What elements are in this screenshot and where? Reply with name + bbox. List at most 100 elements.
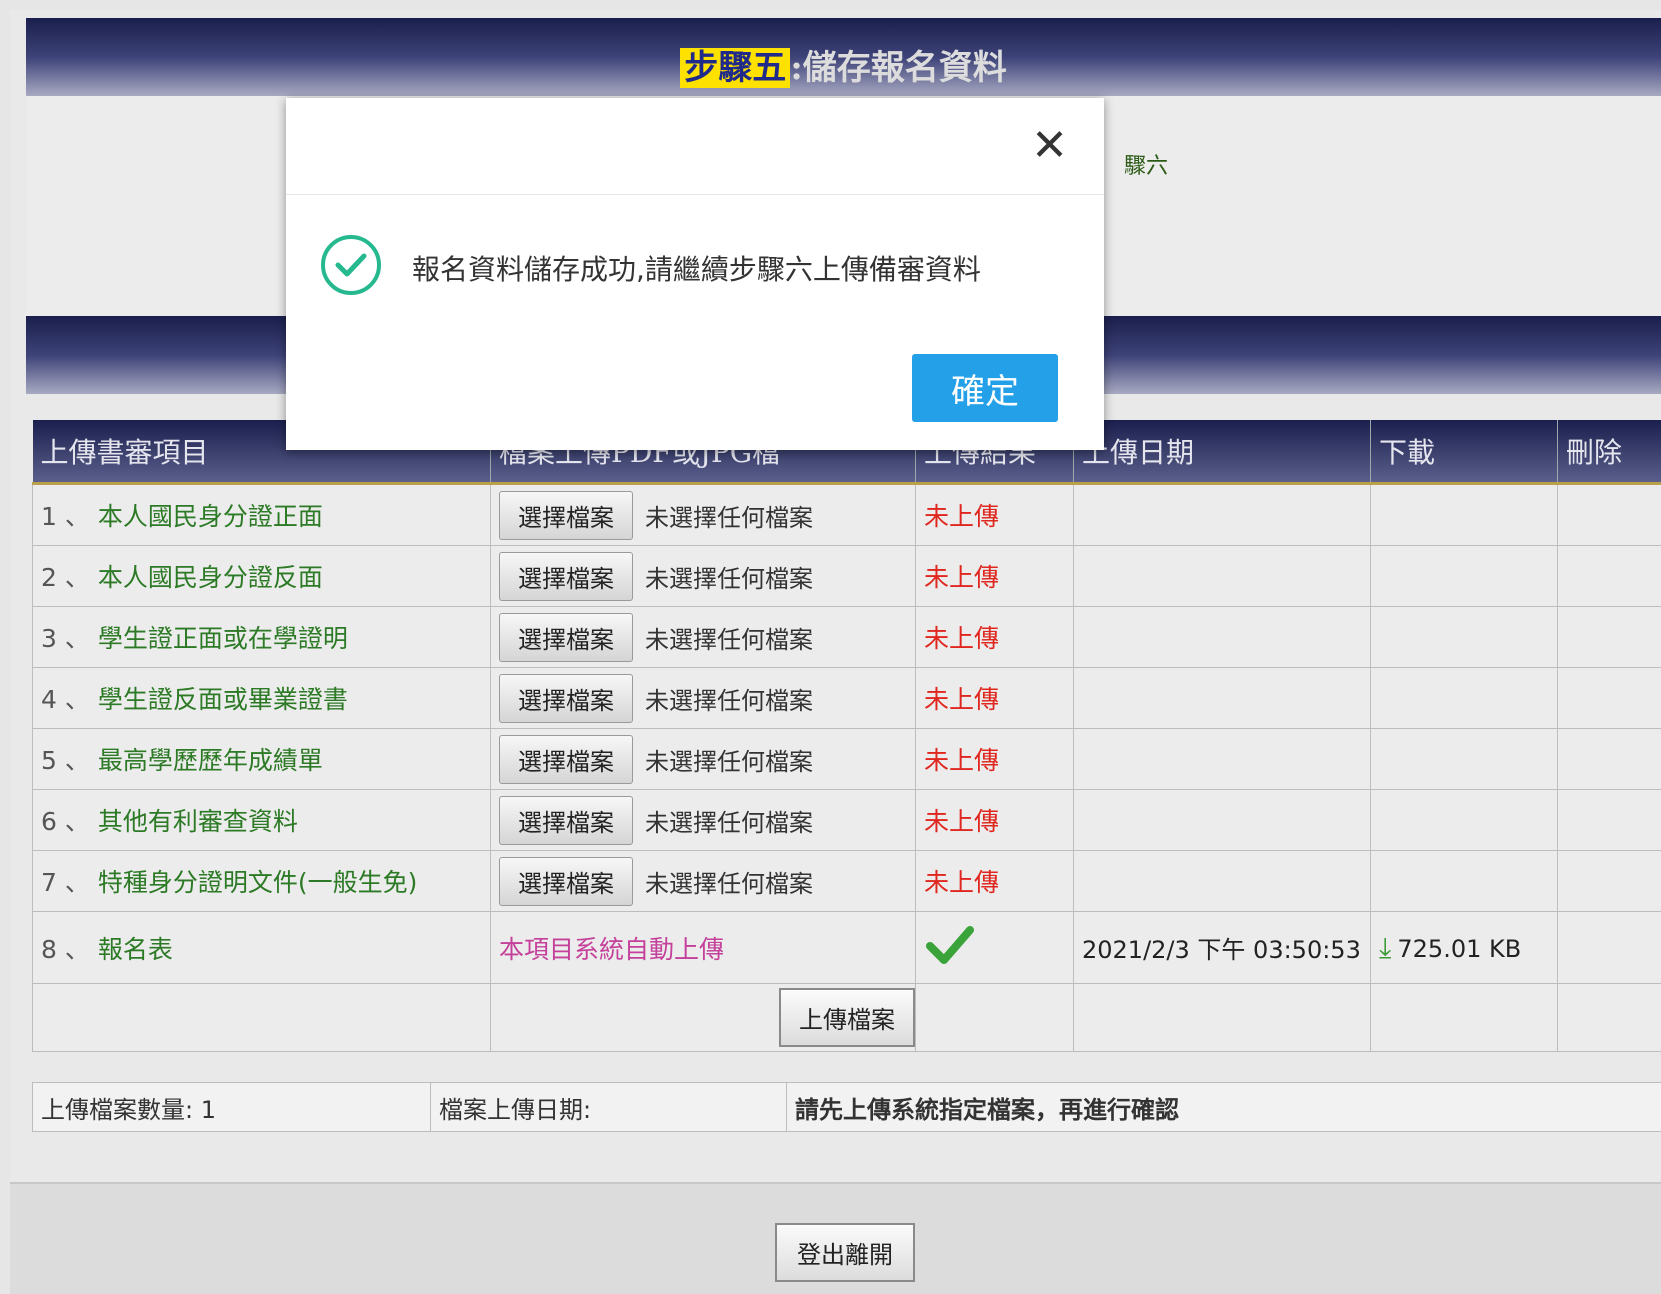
download-cell [1371, 668, 1558, 729]
upload-status: 未上傳 [916, 546, 1074, 607]
upload-files-button[interactable]: 上傳檔案 [779, 988, 915, 1047]
download-cell [1371, 790, 1558, 851]
upload-warning: 請先上傳系統指定檔案，再進行確認 [787, 1083, 1661, 1132]
item-name: 學生證正面或在學證明 [98, 624, 348, 653]
date-cell [1074, 607, 1371, 668]
download-cell [1371, 729, 1558, 790]
choose-file-button[interactable]: 選擇檔案 [499, 674, 633, 723]
item-cell: 6 、 其他有利審查資料 [33, 790, 491, 851]
success-check-icon [320, 234, 382, 296]
date-cell [1074, 790, 1371, 851]
no-file-label: 未選擇任何檔案 [645, 809, 813, 837]
upload-status: 未上傳 [916, 790, 1074, 851]
item-number: 6 、 [41, 807, 90, 836]
empty-cell [916, 984, 1074, 1052]
step-title-text: :儲存報名資料 [790, 48, 1007, 88]
upload-summary: 上傳檔案數量: 1 檔案上傳日期: 請先上傳系統指定檔案，再進行確認 [32, 1082, 1661, 1132]
delete-cell [1558, 546, 1661, 607]
choose-file-button[interactable]: 選擇檔案 [499, 552, 633, 601]
item-number: 5 、 [41, 746, 90, 775]
upload-button-cell: 上傳檔案 [491, 984, 916, 1052]
no-file-label: 未選擇任何檔案 [645, 626, 813, 654]
item-cell: 1 、 本人國民身分證正面 [33, 484, 491, 546]
item-name: 本人國民身分證正面 [98, 502, 323, 531]
file-cell: 選擇檔案未選擇任何檔案 [491, 790, 916, 851]
confirm-button[interactable]: 確定 [912, 354, 1058, 422]
no-file-label: 未選擇任何檔案 [645, 687, 813, 715]
table-row: 3 、 學生證正面或在學證明 選擇檔案未選擇任何檔案 未上傳 [33, 607, 1661, 668]
download-cell [1371, 607, 1558, 668]
result-cell [916, 912, 1074, 984]
table-row: 7 、 特種身分證明文件(一般生免) 選擇檔案未選擇任何檔案 未上傳 [33, 851, 1661, 912]
delete-cell [1558, 912, 1661, 984]
choose-file-button[interactable]: 選擇檔案 [499, 735, 633, 784]
item-number: 2 、 [41, 563, 90, 592]
item-number: 1 、 [41, 502, 90, 531]
no-file-label: 未選擇任何檔案 [645, 870, 813, 898]
delete-cell [1558, 484, 1661, 546]
summary-row: 上傳檔案數量: 1 檔案上傳日期: 請先上傳系統指定檔案，再進行確認 [33, 1083, 1661, 1132]
download-cell: ⤓725.01 KB [1371, 912, 1558, 984]
dialog-header: ✕ [286, 98, 1104, 195]
logout-button[interactable]: 登出離開 [775, 1223, 915, 1282]
upload-status: 未上傳 [916, 484, 1074, 546]
delete-cell [1558, 729, 1661, 790]
choose-file-button[interactable]: 選擇檔案 [499, 857, 633, 906]
empty-cell [1371, 984, 1558, 1052]
upload-status: 未上傳 [916, 729, 1074, 790]
upload-date: 2021/2/3 下午 03:50:53 [1074, 912, 1371, 984]
choose-file-button[interactable]: 選擇檔案 [499, 613, 633, 662]
date-cell [1074, 546, 1371, 607]
date-cell [1074, 668, 1371, 729]
choose-file-button[interactable]: 選擇檔案 [499, 491, 633, 540]
step-header: 步驟五:儲存報名資料 [26, 18, 1661, 96]
info-text: 驟六 [1124, 148, 1168, 180]
delete-cell [1558, 851, 1661, 912]
item-number: 8 、 [41, 935, 90, 964]
item-name: 本人國民身分證反面 [98, 563, 323, 592]
download-icon[interactable]: ⤓ [1379, 931, 1391, 964]
success-dialog: ✕ 報名資料儲存成功,請繼續步驟六上傳備審資料 確定 [286, 98, 1104, 450]
table-row: 4 、 學生證反面或畢業證書 選擇檔案未選擇任何檔案 未上傳 [33, 668, 1661, 729]
file-cell: 選擇檔案未選擇任何檔案 [491, 668, 916, 729]
file-cell: 選擇檔案未選擇任何檔案 [491, 729, 916, 790]
download-cell [1371, 484, 1558, 546]
upload-date-label: 檔案上傳日期: [431, 1083, 787, 1132]
download-cell [1371, 851, 1558, 912]
col-download: 下載 [1371, 420, 1558, 484]
col-date: 上傳日期 [1074, 420, 1371, 484]
upload-status: 未上傳 [916, 668, 1074, 729]
file-cell: 選擇檔案未選擇任何檔案 [491, 546, 916, 607]
table-row: 6 、 其他有利審查資料 選擇檔案未選擇任何檔案 未上傳 [33, 790, 1661, 851]
choose-file-button[interactable]: 選擇檔案 [499, 796, 633, 845]
table-row: 1 、 本人國民身分證正面 選擇檔案未選擇任何檔案 未上傳 [33, 484, 1661, 546]
table-row: 上傳檔案 [33, 984, 1661, 1052]
delete-cell [1558, 607, 1661, 668]
item-cell: 4 、 學生證反面或畢業證書 [33, 668, 491, 729]
close-icon[interactable]: ✕ [1031, 120, 1068, 171]
delete-cell [1558, 668, 1661, 729]
table-row: 5 、 最高學歷歷年成績單 選擇檔案未選擇任何檔案 未上傳 [33, 729, 1661, 790]
step-label: 步驟五 [680, 48, 790, 88]
table-row: 2 、 本人國民身分證反面 選擇檔案未選擇任何檔案 未上傳 [33, 546, 1661, 607]
uploaded-check-icon [924, 922, 976, 968]
file-cell: 選擇檔案未選擇任何檔案 [491, 851, 916, 912]
item-name: 報名表 [98, 935, 173, 964]
step-title: 步驟五:儲存報名資料 [26, 40, 1661, 89]
item-name: 特種身分證明文件(一般生免) [98, 868, 418, 897]
item-number: 4 、 [41, 685, 90, 714]
empty-cell [33, 984, 491, 1052]
auto-upload-note: 本項目系統自動上傳 [491, 912, 916, 984]
item-number: 3 、 [41, 624, 90, 653]
dialog-message: 報名資料儲存成功,請繼續步驟六上傳備審資料 [412, 248, 981, 288]
item-cell: 7 、 特種身分證明文件(一般生免) [33, 851, 491, 912]
file-size[interactable]: 725.01 KB [1397, 935, 1521, 963]
upload-count: 上傳檔案數量: 1 [33, 1083, 431, 1132]
item-number: 7 、 [41, 868, 90, 897]
upload-status: 未上傳 [916, 851, 1074, 912]
file-cell: 選擇檔案未選擇任何檔案 [491, 484, 916, 546]
delete-cell [1558, 790, 1661, 851]
table-row: 8 、 報名表 本項目系統自動上傳 2021/2/3 下午 03:50:53 ⤓… [33, 912, 1661, 984]
date-cell [1074, 729, 1371, 790]
item-cell: 8 、 報名表 [33, 912, 491, 984]
